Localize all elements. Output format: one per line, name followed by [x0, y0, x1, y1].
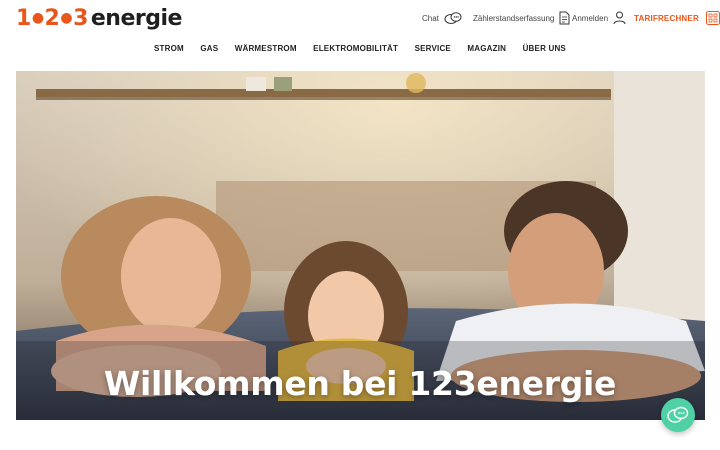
chat-label: Chat [422, 13, 439, 23]
tarif-label: TARIFRECHNER [634, 13, 699, 23]
nav-item-magazin[interactable]: MAGAZIN [467, 44, 506, 53]
login-label: Anmelden [572, 13, 609, 23]
nav-item-elektromobilitaet[interactable]: ELEKTROMOBILITÄT [313, 44, 398, 53]
chat-link[interactable]: Chat [422, 10, 462, 26]
nav-item-strom[interactable]: STROM [154, 44, 184, 53]
logo-dot: ● [60, 10, 73, 26]
user-icon [613, 11, 626, 25]
main-nav: STROM GAS WÄRMESTROM ELEKTROMOBILITÄT SE… [0, 44, 720, 60]
nav-item-waermestrom[interactable]: WÄRMESTROM [235, 44, 297, 53]
site-header: 1●2●3 energie Chat Zählerstandserfassung … [0, 0, 720, 36]
meter-reading-link[interactable]: Zählerstandserfassung [473, 10, 570, 26]
calculator-icon [705, 11, 720, 25]
nav-item-service[interactable]: SERVICE [415, 44, 451, 53]
document-icon [559, 11, 570, 25]
chat-fab-button[interactable] [661, 398, 695, 432]
brand-logo[interactable]: 1●2●3 energie [16, 4, 182, 33]
logo-dot: ● [31, 10, 44, 26]
chat-bubbles-icon [444, 12, 462, 24]
login-link[interactable]: Anmelden [572, 10, 626, 26]
logo-word: energie [90, 6, 183, 31]
tariff-calculator-link[interactable]: TARIFRECHNER [634, 10, 720, 26]
logo-digit-1: 1 [16, 6, 31, 31]
logo-digit-3: 3 [73, 6, 88, 31]
logo-digit-2: 2 [44, 6, 60, 31]
chat-bubbles-icon [667, 406, 689, 423]
nav-item-gas[interactable]: GAS [200, 44, 218, 53]
nav-item-ueber-uns[interactable]: ÜBER UNS [523, 44, 566, 53]
meter-label: Zählerstandserfassung [473, 13, 555, 23]
hero-title: Willkommen bei 123energie [103, 364, 617, 403]
